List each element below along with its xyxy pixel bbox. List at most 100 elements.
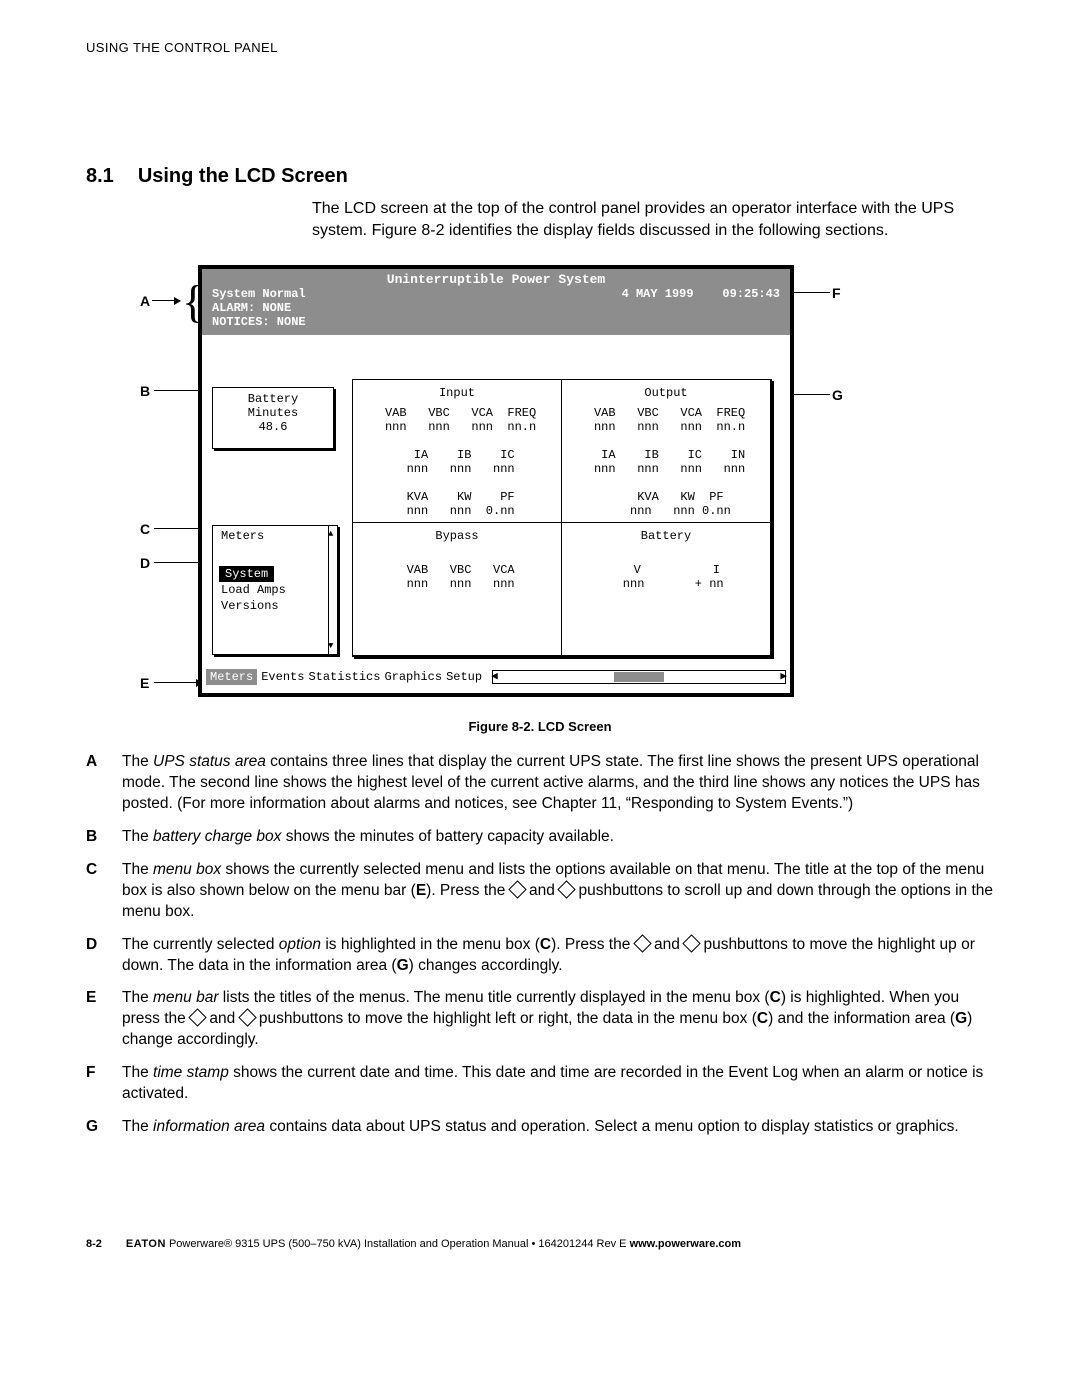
callout-A: A [140,293,150,309]
menu-selected[interactable]: System [219,566,274,582]
cell-rows: VAB VBC VCA FREQ nnn nnn nnn nn.n IA IB … [357,406,557,518]
menu-item[interactable]: Load Amps [215,582,335,598]
callout-F: F [832,285,841,301]
t: ). Press the [426,882,510,899]
leader-E [154,682,202,683]
def-E: E The menu bar lists the titles of the m… [86,988,994,1051]
t: and [205,1010,239,1027]
b: C [757,1010,768,1027]
t: contains data about UPS status and opera… [265,1118,959,1135]
right-diamond-icon [238,1009,256,1027]
menubar-item[interactable]: Setup [446,670,482,684]
def-letter: F [86,1063,106,1105]
callout-D: D [140,555,150,571]
running-head: USING THE CONTROL PANEL [86,40,994,55]
b: E [416,882,426,899]
em: battery charge box [153,828,281,845]
def-letter: G [86,1117,106,1138]
lcd-status-line2: ALARM: NONE [212,301,780,315]
leader-A [152,300,180,301]
callout-G: G [832,387,843,403]
menu-box: Meters System Load Amps Versions [212,525,338,655]
menu-title: Meters [215,528,335,544]
t: The [122,1118,153,1135]
lcd-shell: Uninterruptible Power System System Norm… [198,265,794,697]
def-letter: E [86,988,106,1051]
lcd-titlebar: Uninterruptible Power System System Norm… [202,269,790,335]
t: shows the current date and time. This da… [122,1064,983,1102]
left-diamond-icon [188,1009,206,1027]
t: The [122,861,153,878]
battery-l1: Battery [213,392,333,406]
menubar-item[interactable]: Statistics [308,670,380,684]
callout-B: B [140,383,150,399]
def-F: F The time stamp shows the current date … [86,1063,994,1105]
em: menu box [153,861,221,878]
menu-scrollbar[interactable] [328,526,337,654]
footer-brand: EATON [126,1238,166,1250]
cell-heading: Bypass [357,529,557,543]
cell-rows: VAB VBC VCA FREQ nnn nnn nnn nn.n IA IB … [566,406,766,518]
figure-caption: Figure 8-2. LCD Screen [86,719,994,734]
battery-box: Battery Minutes 48.6 [212,387,334,449]
def-C: C The menu box shows the currently selec… [86,860,994,923]
t: The [122,828,153,845]
b: C [770,989,781,1006]
footer-url: www.powerware.com [630,1238,741,1250]
section-title: Using the LCD Screen [138,165,348,188]
t: is highlighted in the menu box ( [321,936,540,953]
t: and [650,936,684,953]
b: G [397,957,409,974]
b: G [955,1010,967,1027]
em: option [279,936,321,953]
page-footer: 8-2 EATON Powerware® 9315 UPS (500–750 k… [86,1238,994,1250]
t: and [525,882,559,899]
def-letter: D [86,935,106,977]
menu-item[interactable]: Versions [215,598,335,614]
def-B: B The battery charge box shows the minut… [86,827,994,848]
info-battery: Battery V I nnn + nn [561,522,771,656]
lcd-system-title: Uninterruptible Power System [212,273,780,287]
up-diamond-icon [508,880,526,898]
em: information area [153,1118,265,1135]
battery-l3: 48.6 [213,420,333,434]
lcd-status-line1: System Normal [212,287,306,301]
menu-bar: Meters Events Statistics Graphics Setup [206,667,786,687]
lcd-date: 4 MAY 1999 [622,287,694,301]
info-output: Output VAB VBC VCA FREQ nnn nnn nnn nn.n… [561,379,771,523]
t: shows the minutes of battery capacity av… [281,828,614,845]
t: ) changes accordingly. [409,957,563,974]
callout-C: C [140,521,150,537]
def-letter: A [86,752,106,815]
section-intro: The LCD screen at the top of the control… [312,198,994,241]
callout-E: E [140,675,149,691]
lcd-time: 09:25:43 [722,287,780,301]
t: lists the titles of the menus. The menu … [219,989,770,1006]
t: ) and the information area ( [768,1010,955,1027]
t: The currently selected [122,936,279,953]
up-diamond-icon [633,934,651,952]
em: menu bar [153,989,218,1006]
menubar-item[interactable]: Events [261,670,304,684]
page-number: 8-2 [86,1238,102,1250]
section-number: 8.1 [86,165,114,188]
menubar-scrollbar[interactable] [492,670,786,684]
b: C [540,936,551,953]
lcd-diagram: A { B C D E F G Uninterruptible Power Sy… [140,265,880,705]
lcd-status-line3: NOTICES: NONE [212,315,780,329]
def-letter: B [86,827,106,848]
cell-rows: VAB VBC VCA nnn nnn nnn [357,549,557,591]
t: pushbuttons to move the highlight left o… [255,1010,757,1027]
battery-l2: Minutes [213,406,333,420]
cell-rows: V I nnn + nn [566,549,766,591]
def-D: D The currently selected option is highl… [86,935,994,977]
em: UPS status area [153,753,266,770]
cell-heading: Battery [566,529,766,543]
information-area: Input VAB VBC VCA FREQ nnn nnn nnn nn.n … [352,379,772,657]
menubar-selected[interactable]: Meters [206,669,257,685]
menubar-item[interactable]: Graphics [384,670,442,684]
cell-heading: Output [566,386,766,400]
def-A: A The UPS status area contains three lin… [86,752,994,815]
footer-text: Powerware® 9315 UPS (500–750 kVA) Instal… [166,1238,630,1250]
cell-heading: Input [357,386,557,400]
